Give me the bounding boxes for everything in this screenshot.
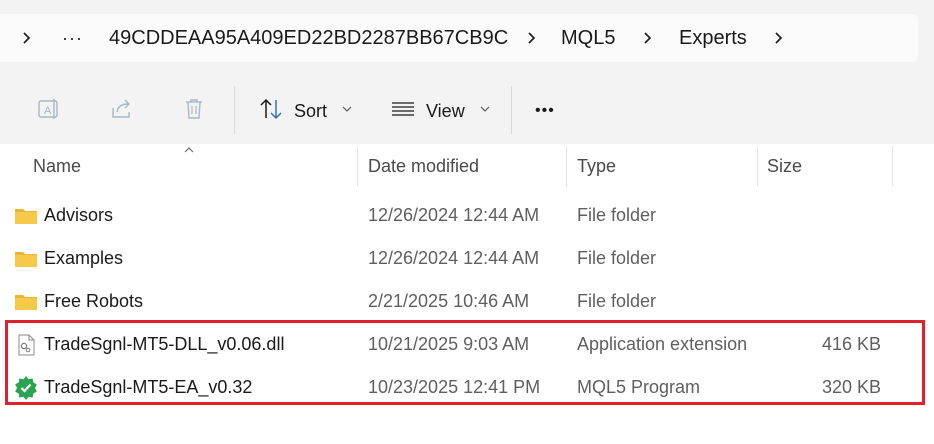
rename-button[interactable]: A [36, 89, 62, 133]
trash-icon [181, 96, 207, 127]
chevron-down-icon [341, 102, 353, 120]
file-name: Free Robots [44, 291, 144, 311]
chevron-right-icon[interactable] [525, 14, 539, 62]
column-header-date[interactable]: Date modified [368, 146, 479, 186]
file-date: 12/26/2024 12:44 AM [368, 205, 540, 225]
file-name: Advisors [44, 205, 114, 225]
file-size [760, 237, 881, 280]
folder-icon [14, 237, 38, 280]
delete-button[interactable] [181, 89, 207, 133]
toolbar-divider [511, 86, 512, 134]
sort-button[interactable]: Sort [258, 89, 353, 133]
column-header-row: Name Date modified Type Size [0, 146, 934, 186]
share-button[interactable] [109, 89, 135, 133]
rename-icon: A [36, 96, 62, 127]
file-name: Examples [44, 248, 124, 268]
file-type: File folder [577, 291, 657, 311]
svg-text:A: A [44, 105, 52, 117]
view-list-icon [390, 96, 416, 127]
chevron-right-icon[interactable] [20, 14, 34, 62]
file-size [760, 280, 881, 323]
chevron-down-icon [479, 102, 491, 120]
column-header-name[interactable]: Name [33, 146, 81, 186]
sort-icon [258, 96, 284, 127]
column-divider[interactable] [757, 146, 758, 186]
chevron-right-icon[interactable] [641, 14, 655, 62]
breadcrumb[interactable]: ··· 49CDDEAA95A409ED22BD2287BB67CB9C MQL… [0, 14, 918, 62]
breadcrumb-item-folder-id[interactable]: 49CDDEAA95A409ED22BD2287BB67CB9C [109, 14, 508, 62]
toolbar-divider [234, 86, 235, 134]
file-size [760, 194, 881, 237]
folder-icon [14, 194, 38, 237]
breadcrumb-overflow-button[interactable]: ··· [62, 14, 83, 62]
breadcrumb-item-experts[interactable]: Experts [679, 14, 747, 62]
highlight-box [5, 320, 925, 405]
file-date: 2/21/2025 10:46 AM [368, 291, 530, 311]
column-divider[interactable] [357, 146, 358, 186]
file-type: File folder [577, 248, 657, 268]
view-button[interactable]: View [390, 89, 491, 133]
more-options-label: ••• [535, 102, 555, 119]
share-icon [109, 96, 135, 127]
chevron-right-icon[interactable] [772, 14, 786, 62]
file-row-examples[interactable]: Examples 12/26/2024 12:44 AM File folder [0, 237, 934, 280]
folder-icon [14, 280, 38, 323]
file-row-free-robots[interactable]: Free Robots 2/21/2025 10:46 AM File fold… [0, 280, 934, 323]
file-type: File folder [577, 205, 657, 225]
file-date: 12/26/2024 12:44 AM [368, 248, 540, 268]
view-label: View [426, 100, 465, 121]
more-options-button[interactable]: ••• [535, 89, 555, 133]
sort-label: Sort [294, 100, 328, 121]
column-header-type[interactable]: Type [577, 146, 616, 186]
file-row-advisors[interactable]: Advisors 12/26/2024 12:44 AM File folder [0, 194, 934, 237]
column-divider[interactable] [566, 146, 567, 186]
column-header-size[interactable]: Size [767, 146, 802, 186]
breadcrumb-item-mql5[interactable]: MQL5 [561, 14, 615, 62]
column-divider[interactable] [892, 146, 893, 186]
sort-ascending-icon [183, 142, 195, 160]
